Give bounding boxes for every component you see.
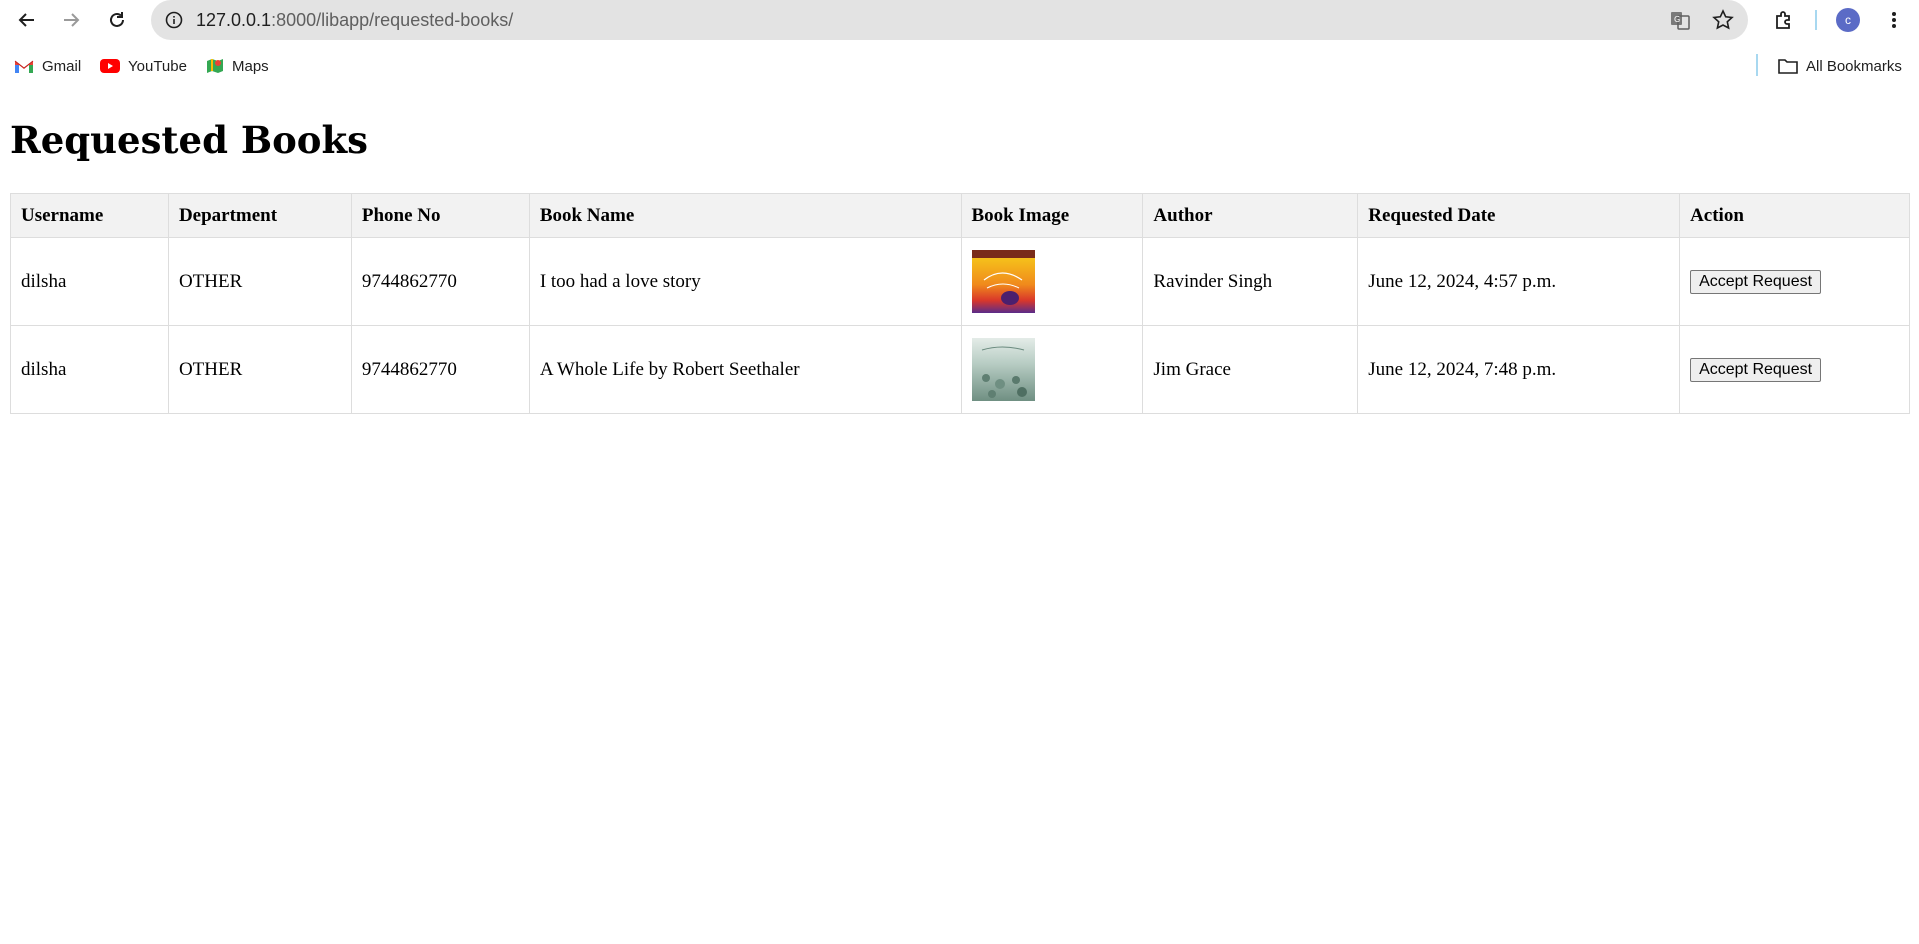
maps-icon — [207, 59, 223, 73]
url-host: 127.0.0.1 — [196, 10, 272, 30]
svg-text:G: G — [1674, 15, 1680, 24]
cell-username: dilsha — [10, 237, 169, 326]
url-path: :8000/libapp/requested-books/ — [271, 10, 514, 30]
forward-button[interactable] — [57, 6, 85, 34]
bookmark-label: YouTube — [128, 57, 187, 75]
header-book-name: Book Name — [528, 193, 962, 238]
youtube-icon — [100, 59, 120, 73]
cell-book-image — [960, 325, 1144, 414]
site-info-icon[interactable] — [165, 11, 183, 29]
bookmark-maps[interactable]: Maps — [206, 54, 269, 78]
cell-author: Jim Grace — [1142, 325, 1359, 414]
translate-icon[interactable]: G — [1668, 8, 1692, 32]
cell-book-image — [960, 237, 1144, 326]
header-author: Author — [1142, 193, 1359, 238]
folder-icon — [1778, 59, 1798, 74]
avatar: c — [1836, 8, 1860, 32]
table-row: dilsha OTHER 9744862770 A Whole Life by … — [10, 325, 1910, 414]
reload-button[interactable] — [103, 6, 131, 34]
puzzle-icon — [1776, 11, 1790, 29]
address-bar[interactable]: 127.0.0.1:8000/libapp/requested-books/ G — [151, 0, 1748, 40]
requested-books-table: Username Department Phone No Book Name B… — [10, 193, 1910, 414]
forward-arrow-icon — [64, 13, 80, 27]
header-department: Department — [167, 193, 352, 238]
accept-request-button[interactable]: Accept Request — [1690, 269, 1822, 294]
table-header-row: Username Department Phone No Book Name B… — [10, 193, 1910, 238]
toolbar-divider — [1815, 10, 1817, 30]
cell-requested-date: June 12, 2024, 4:57 p.m. — [1357, 237, 1681, 326]
cell-department: OTHER — [167, 325, 352, 414]
cell-department: OTHER — [167, 237, 352, 326]
cell-phone: 9744862770 — [350, 237, 530, 326]
url-text: 127.0.0.1:8000/libapp/requested-books/ — [196, 10, 513, 31]
cell-username: dilsha — [10, 325, 169, 414]
bookmarks-divider — [1756, 54, 1758, 76]
cell-action: Accept Request — [1679, 325, 1910, 414]
header-action: Action — [1679, 193, 1910, 238]
page-title: Requested Books — [10, 118, 368, 162]
browser-toolbar: 127.0.0.1:8000/libapp/requested-books/ G… — [0, 0, 1919, 40]
profile-button[interactable]: c — [1834, 6, 1862, 34]
reload-icon — [110, 12, 124, 27]
header-requested-date: Requested Date — [1357, 193, 1681, 238]
bookmark-label: Maps — [232, 57, 269, 75]
header-username: Username — [10, 193, 169, 238]
table-row: dilsha OTHER 9744862770 I too had a love… — [10, 237, 1910, 326]
cell-book-name: A Whole Life by Robert Seethaler — [528, 325, 962, 414]
cell-author: Ravinder Singh — [1142, 237, 1359, 326]
cell-requested-date: June 12, 2024, 7:48 p.m. — [1357, 325, 1681, 414]
back-button[interactable] — [13, 6, 41, 34]
header-phone: Phone No — [350, 193, 530, 238]
kebab-menu-icon — [1892, 12, 1896, 28]
all-bookmarks-button[interactable]: All Bookmarks — [1778, 54, 1902, 78]
bookmark-star-icon[interactable] — [1711, 8, 1735, 32]
bookmarks-bar: Gmail YouTube Maps All Bookmarks — [0, 50, 1919, 82]
bookmark-gmail[interactable]: Gmail — [14, 54, 81, 78]
cell-action: Accept Request — [1679, 237, 1910, 326]
bookmark-label: Gmail — [42, 57, 82, 75]
back-arrow-icon — [18, 13, 34, 27]
book-cover-whole-life — [971, 338, 1035, 401]
accept-request-button[interactable]: Accept Request — [1690, 357, 1822, 382]
bookmark-youtube[interactable]: YouTube — [100, 54, 187, 78]
gmail-icon — [14, 60, 34, 73]
cell-phone: 9744862770 — [350, 325, 530, 414]
book-cover-love-story — [971, 250, 1035, 313]
menu-button[interactable] — [1880, 6, 1908, 34]
extensions-button[interactable] — [1770, 6, 1798, 34]
all-bookmarks-label: All Bookmarks — [1806, 57, 1902, 75]
header-book-image: Book Image — [960, 193, 1144, 238]
cell-book-name: I too had a love story — [528, 237, 962, 326]
